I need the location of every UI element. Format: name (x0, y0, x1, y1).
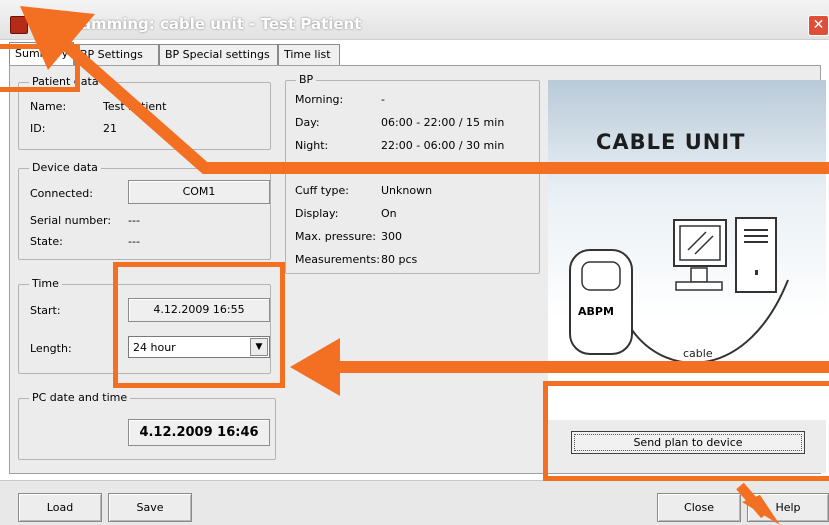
time-highlight-box (113, 262, 285, 388)
arrowhead-time-icon (290, 338, 340, 396)
arrow-to-summary-tab (56, 35, 829, 174)
send-highlight-box (543, 381, 829, 481)
